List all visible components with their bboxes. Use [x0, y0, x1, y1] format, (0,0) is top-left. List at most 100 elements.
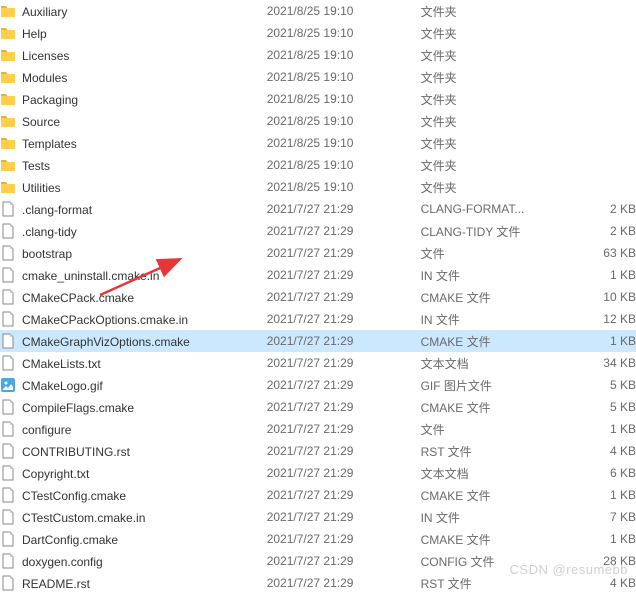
file-size: 7 KB: [554, 506, 636, 528]
file-row[interactable]: Help2021/8/25 19:10文件夹: [0, 22, 636, 44]
file-row[interactable]: doxygen.config2021/7/27 21:29CONFIG 文件28…: [0, 550, 636, 572]
file-type: RST 文件: [421, 572, 554, 594]
file-row[interactable]: README.rst 2021/7/27 21:29RST 文件4 KB: [0, 572, 636, 594]
file-row[interactable]: Tests2021/8/25 19:10文件夹: [0, 154, 636, 176]
file-date: 2021/7/27 21:29: [267, 264, 421, 286]
file-listing[interactable]: Auxiliary2021/8/25 19:10文件夹Help2021/8/25…: [0, 0, 636, 594]
file-name: Utilities: [22, 181, 61, 195]
file-name: Packaging: [22, 93, 78, 107]
file-name: Templates: [22, 137, 77, 151]
folder-icon: [0, 157, 16, 173]
file-size: 1 KB: [554, 264, 636, 286]
file-size: 2 KB: [554, 220, 636, 242]
file-name: CMakeGraphVizOptions.cmake: [22, 335, 190, 349]
file-icon: [0, 223, 16, 239]
file-type: CLANG-TIDY 文件: [421, 220, 554, 242]
file-size: [554, 132, 636, 154]
file-type: CMAKE 文件: [421, 286, 554, 308]
file-row[interactable]: CTestCustom.cmake.in2021/7/27 21:29IN 文件…: [0, 506, 636, 528]
file-type: 文件夹: [421, 22, 554, 44]
file-type: 文件夹: [421, 154, 554, 176]
file-name: .clang-format: [22, 203, 92, 217]
file-name: Modules: [22, 71, 67, 85]
file-type: 文件夹: [421, 0, 554, 22]
file-icon: [0, 421, 16, 437]
file-icon: [0, 245, 16, 261]
file-icon: [0, 443, 16, 459]
file-row[interactable]: CMakeGraphVizOptions.cmake 2021/7/27 21:2…: [0, 330, 636, 352]
file-date: 2021/7/27 21:29: [267, 572, 421, 594]
file-icon: [0, 355, 16, 371]
file-name: CTestConfig.cmake: [22, 489, 126, 503]
file-type: 文件夹: [421, 44, 554, 66]
file-type: 文本文档: [421, 462, 554, 484]
file-row[interactable]: CMakeLists.txt2021/7/27 21:29文本文档34 KB: [0, 352, 636, 374]
file-row[interactable]: CompileFlags.cmake2021/7/27 21:29CMAKE 文…: [0, 396, 636, 418]
file-name: CompileFlags.cmake: [22, 401, 134, 415]
file-size: 2 KB: [554, 198, 636, 220]
file-type: GIF 图片文件: [421, 374, 554, 396]
file-size: 4 KB: [554, 572, 636, 594]
file-row[interactable]: Packaging2021/8/25 19:10文件夹: [0, 88, 636, 110]
file-row[interactable]: Templates2021/8/25 19:10文件夹: [0, 132, 636, 154]
file-icon: [0, 575, 16, 591]
file-row[interactable]: CONTRIBUTING.rst2021/7/27 21:29RST 文件4 K…: [0, 440, 636, 462]
file-date: 2021/7/27 21:29: [267, 418, 421, 440]
file-row[interactable]: configure2021/7/27 21:29文件1 KB: [0, 418, 636, 440]
file-size: [554, 22, 636, 44]
file-size: 12 KB: [554, 308, 636, 330]
file-row[interactable]: cmake_uninstall.cmake.in2021/7/27 21:29I…: [0, 264, 636, 286]
file-date: 2021/7/27 21:29: [267, 330, 421, 352]
file-name: .clang-tidy: [22, 225, 77, 239]
file-size: [554, 176, 636, 198]
file-name: Tests: [22, 159, 50, 173]
file-name: DartConfig.cmake: [22, 533, 118, 547]
file-date: 2021/8/25 19:10: [267, 22, 421, 44]
file-row[interactable]: Source2021/8/25 19:10文件夹: [0, 110, 636, 132]
file-date: 2021/7/27 21:29: [267, 242, 421, 264]
file-date: 2021/8/25 19:10: [267, 66, 421, 88]
file-row[interactable]: Licenses 2021/8/25 19:10文件夹: [0, 44, 636, 66]
file-type: 文本文档: [421, 352, 554, 374]
file-row[interactable]: bootstrap2021/7/27 21:29文件63 KB: [0, 242, 636, 264]
file-size: 6 KB: [554, 462, 636, 484]
file-name: CMakeLogo.gif: [22, 379, 103, 393]
file-type: 文件夹: [421, 176, 554, 198]
file-name: Source: [22, 115, 60, 129]
folder-icon: [0, 113, 16, 129]
file-size: 1 KB: [554, 330, 636, 352]
file-row[interactable]: DartConfig.cmake2021/7/27 21:29CMAKE 文件1…: [0, 528, 636, 550]
file-row[interactable]: Auxiliary2021/8/25 19:10文件夹: [0, 0, 636, 22]
file-size: [554, 44, 636, 66]
file-type: 文件夹: [421, 110, 554, 132]
file-row[interactable]: CMakeLogo.gif2021/7/27 21:29GIF 图片文件5 KB: [0, 374, 636, 396]
file-type: IN 文件: [421, 264, 554, 286]
file-size: 1 KB: [554, 418, 636, 440]
file-row[interactable]: CTestConfig.cmake2021/7/27 21:29CMAKE 文件…: [0, 484, 636, 506]
file-row[interactable]: Utilities2021/8/25 19:10文件夹: [0, 176, 636, 198]
file-row[interactable]: .clang-tidy2021/7/27 21:29CLANG-TIDY 文件2…: [0, 220, 636, 242]
file-name: README.rst: [22, 577, 90, 591]
file-name: Licenses: [22, 49, 69, 63]
folder-icon: [0, 91, 16, 107]
file-icon: [0, 531, 16, 547]
file-date: 2021/8/25 19:10: [267, 44, 421, 66]
file-row[interactable]: CMakeCPackOptions.cmake.in2021/7/27 21:2…: [0, 308, 636, 330]
file-size: 5 KB: [554, 374, 636, 396]
folder-icon: [0, 3, 16, 19]
file-row[interactable]: .clang-format2021/7/27 21:29CLANG-FORMAT…: [0, 198, 636, 220]
file-name: configure: [22, 423, 71, 437]
file-size: 4 KB: [554, 440, 636, 462]
file-name: CMakeCPack.cmake: [22, 291, 134, 305]
file-icon: [0, 399, 16, 415]
file-date: 2021/7/27 21:29: [267, 308, 421, 330]
folder-icon: [0, 135, 16, 151]
file-row[interactable]: CMakeCPack.cmake2021/7/27 21:29CMAKE 文件1…: [0, 286, 636, 308]
file-row[interactable]: Copyright.txt2021/7/27 21:29文本文档6 KB: [0, 462, 636, 484]
file-date: 2021/7/27 21:29: [267, 198, 421, 220]
gif-icon: [0, 377, 16, 393]
file-size: 1 KB: [554, 484, 636, 506]
file-date: 2021/7/27 21:29: [267, 484, 421, 506]
file-type: IN 文件: [421, 308, 554, 330]
file-row[interactable]: Modules2021/8/25 19:10文件夹: [0, 66, 636, 88]
